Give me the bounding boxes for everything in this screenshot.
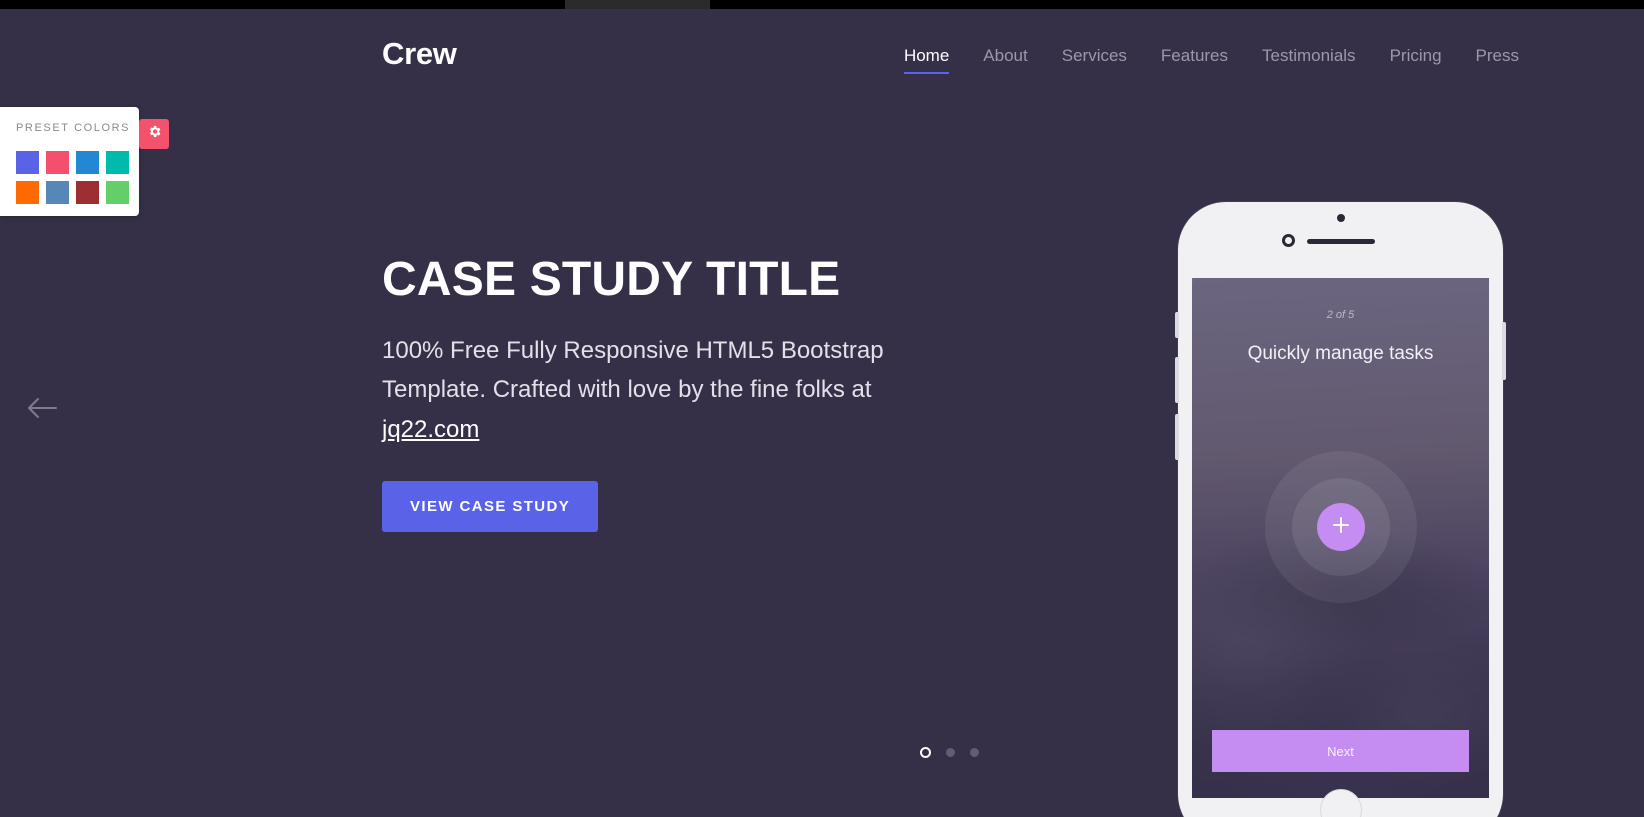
color-swatch-4[interactable] <box>105 150 129 174</box>
swatch-cell <box>42 177 72 207</box>
color-swatch-8[interactable] <box>105 180 129 204</box>
phone-mute-switch <box>1175 312 1179 338</box>
browser-chrome-strip <box>0 0 1644 9</box>
hero-subtitle: 100% Free Fully Responsive HTML5 Bootstr… <box>382 331 942 450</box>
website-viewport: Crew Home About Services Features Testim… <box>0 9 1644 817</box>
swatch-cell <box>72 147 102 177</box>
preset-colors-title: PRESET COLORS <box>16 122 131 134</box>
carousel-prev-button[interactable] <box>22 394 62 426</box>
onboarding-next-button[interactable]: Next <box>1212 730 1469 772</box>
nav-item-press[interactable]: Press <box>1459 45 1536 67</box>
nav-item-pricing[interactable]: Pricing <box>1373 45 1459 67</box>
page-title: CASE STUDY TITLE <box>382 253 841 306</box>
nav-item-home[interactable]: Home <box>887 45 966 74</box>
carousel-dot-2[interactable] <box>946 748 955 757</box>
preset-swatch-grid <box>12 147 132 207</box>
navbar: Crew Home About Services Features Testim… <box>0 9 1644 95</box>
add-task-button[interactable] <box>1316 503 1365 551</box>
settings-toggle-button[interactable] <box>139 119 169 149</box>
phone-earpiece-speaker <box>1306 239 1375 244</box>
swatch-cell <box>102 177 132 207</box>
view-case-study-button[interactable]: VIEW CASE STUDY <box>382 480 599 532</box>
hero-subtitle-link[interactable]: jq22.com <box>382 416 479 443</box>
hero-section: CASE STUDY TITLE 100% Free Fully Respons… <box>382 253 962 532</box>
onboarding-step-counter: 2 of 5 <box>1326 309 1355 321</box>
phone-screen: 2 of 5 Quickly manage tasks Next <box>1192 278 1489 798</box>
plus-icon <box>1331 515 1351 540</box>
carousel-dot-3[interactable] <box>970 748 979 757</box>
swatch-cell <box>12 147 42 177</box>
phone-sensor <box>1336 214 1345 222</box>
nav-item-features[interactable]: Features <box>1144 45 1245 67</box>
color-swatch-7[interactable] <box>75 180 99 204</box>
phone-volume-up-button <box>1175 357 1179 403</box>
phone-mockup: 2 of 5 Quickly manage tasks Next <box>1175 202 1506 817</box>
swatch-cell <box>102 147 132 177</box>
nav-item-testimonials[interactable]: Testimonials <box>1245 45 1373 67</box>
onboarding-headline: Quickly manage tasks <box>1247 343 1434 364</box>
pulse-ring-outer <box>1264 451 1417 603</box>
arrow-left-icon <box>25 395 59 426</box>
carousel-dots <box>920 747 979 758</box>
site-logo[interactable]: Crew <box>382 36 457 72</box>
nav-links: Home About Services Features Testimonial… <box>887 45 1536 74</box>
color-swatch-6[interactable] <box>45 180 69 204</box>
color-swatch-5[interactable] <box>15 180 39 204</box>
hero-subtitle-text: 100% Free Fully Responsive HTML5 Bootstr… <box>382 336 884 404</box>
screenshot-root: Crew Home About Services Features Testim… <box>0 0 1644 817</box>
color-swatch-3[interactable] <box>75 150 99 174</box>
phone-front-camera <box>1282 234 1295 247</box>
phone-volume-down-button <box>1175 414 1179 460</box>
swatch-cell <box>12 177 42 207</box>
swatch-cell <box>42 147 72 177</box>
nav-item-services[interactable]: Services <box>1045 45 1144 67</box>
color-swatch-2[interactable] <box>45 150 69 174</box>
gear-icon <box>147 124 162 144</box>
color-swatch-1[interactable] <box>15 150 39 174</box>
swatch-cell <box>72 177 102 207</box>
preset-colors-panel: PRESET COLORS <box>0 107 139 216</box>
phone-power-button <box>1502 322 1506 380</box>
carousel-dot-1[interactable] <box>920 747 931 758</box>
pulse-ring-inner <box>1291 478 1390 576</box>
browser-tab[interactable] <box>565 0 710 9</box>
nav-item-about[interactable]: About <box>966 45 1044 67</box>
